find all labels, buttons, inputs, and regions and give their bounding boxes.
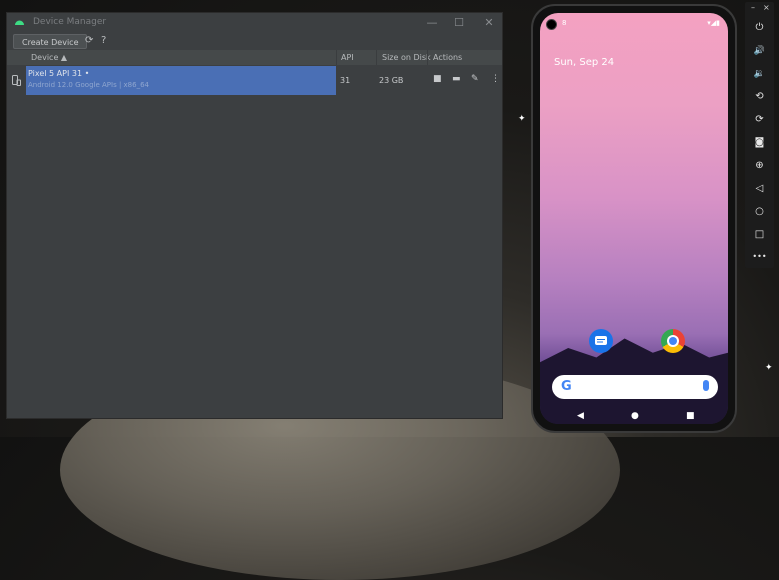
edit-pencil-icon[interactable]: ✎: [471, 74, 479, 84]
rotate-right-button[interactable]: ⟳: [745, 114, 774, 126]
column-api[interactable]: API: [341, 53, 354, 62]
create-device-button[interactable]: Create Device: [13, 34, 88, 49]
toolbar-close-button[interactable]: ×: [763, 3, 770, 12]
phone-device-icon: [12, 75, 21, 86]
nav-back-button[interactable]: ◀: [577, 411, 584, 421]
status-notification-icons: 8: [562, 19, 567, 27]
nav-home-button[interactable]: ●: [631, 411, 639, 421]
android-icon: [15, 20, 24, 25]
column-separator: [336, 50, 337, 65]
overview-button[interactable]: □: [745, 229, 774, 241]
table-row[interactable]: Pixel 5 API 31 • Android 12.0 Google API…: [7, 65, 502, 95]
sparkle-star: ✦: [765, 363, 773, 373]
help-button[interactable]: ?: [101, 35, 106, 47]
nav-recents-button[interactable]: ■: [686, 411, 695, 421]
toolbar-minimize-button[interactable]: –: [751, 3, 755, 12]
column-device[interactable]: Device ▲: [31, 53, 67, 62]
device-name: Pixel 5 API 31 •: [28, 69, 90, 78]
google-g-icon: G: [561, 379, 572, 394]
screenshot-camera-button[interactable]: ◙: [745, 137, 774, 149]
refresh-icon[interactable]: ⟳: [85, 35, 93, 47]
chrome-icon[interactable]: [661, 329, 685, 353]
emulator-side-toolbar: – × ⏻ 🔊 🔉 ⟲ ⟳ ◙ ⊕ ◁ ○ □ •••: [745, 2, 774, 268]
device-manager-window: Device Manager — ☐ ✕ Create Device ⟳ ? D…: [6, 12, 503, 419]
front-camera: [546, 19, 557, 30]
folder-icon[interactable]: ▬: [452, 74, 461, 84]
title-bar[interactable]: Device Manager — ☐ ✕: [7, 13, 502, 33]
stop-icon[interactable]: ■: [433, 74, 442, 84]
more-options-button[interactable]: •••: [745, 251, 774, 263]
device-subtitle: Android 12.0 Google APIs | x86_64: [28, 81, 149, 89]
toolbar: Create Device ⟳ ?: [7, 33, 502, 50]
rotate-left-button[interactable]: ⟲: [745, 91, 774, 103]
device-api: 31: [340, 76, 351, 85]
status-signal-battery-icons: ▾◢▮: [707, 19, 720, 27]
close-button[interactable]: ✕: [482, 16, 496, 29]
column-separator: [376, 50, 377, 65]
messages-icon[interactable]: [589, 329, 613, 353]
emulator-phone-frame: 8 ▾◢▮ Sun, Sep 24 G ◀ ● ■: [531, 4, 737, 433]
volume-down-button[interactable]: 🔉: [745, 68, 774, 80]
running-indicator: •: [84, 69, 90, 78]
chrome-core: [669, 337, 677, 345]
maximize-button[interactable]: ☐: [452, 16, 466, 29]
power-button[interactable]: ⏻: [745, 22, 774, 34]
device-size: 23 GB: [379, 76, 404, 85]
mic-icon[interactable]: [703, 380, 709, 391]
google-search-bar[interactable]: G: [552, 375, 718, 399]
column-actions: Actions: [433, 53, 463, 62]
chrome-center: [667, 335, 679, 347]
table-header: Device ▲ API Size on Disk Actions: [7, 50, 502, 65]
message-bubble-icon: [595, 336, 607, 345]
volume-up-button[interactable]: 🔊: [745, 45, 774, 57]
more-vertical-icon[interactable]: ⋮: [491, 74, 500, 84]
home-date[interactable]: Sun, Sep 24: [554, 57, 614, 68]
minimize-button[interactable]: —: [425, 16, 439, 29]
zoom-button[interactable]: ⊕: [745, 160, 774, 172]
phone-screen[interactable]: 8 ▾◢▮ Sun, Sep 24 G ◀ ● ■: [540, 13, 728, 424]
column-separator: [427, 50, 428, 65]
home-button[interactable]: ○: [745, 206, 774, 218]
sparkle-star: ✦: [518, 114, 526, 124]
back-button[interactable]: ◁: [745, 183, 774, 195]
window-title: Device Manager: [33, 17, 107, 27]
column-size[interactable]: Size on Disk: [382, 53, 431, 62]
